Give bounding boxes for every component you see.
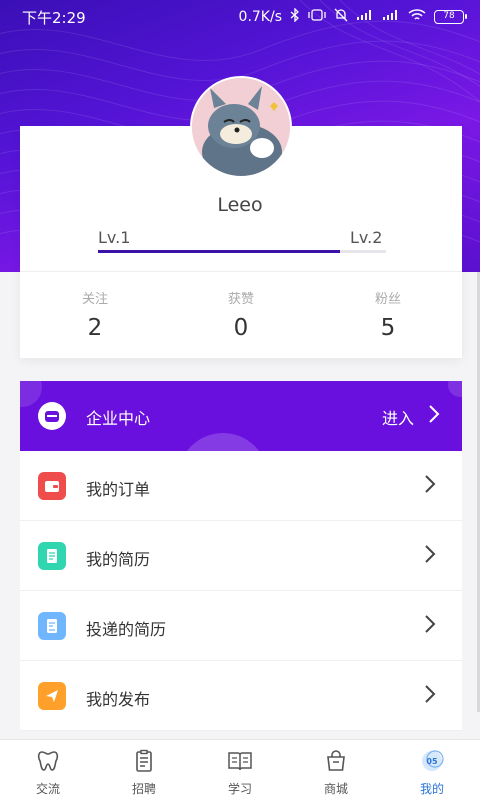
document-icon [38, 542, 66, 570]
tab-exchange[interactable]: 交流 [0, 740, 96, 800]
tab-label: 交流 [35, 782, 60, 796]
chevron-right-icon [428, 404, 440, 428]
edit-document-icon [38, 612, 66, 640]
username: Leeo [217, 194, 263, 216]
decor-circle [178, 433, 268, 451]
tab-mine[interactable]: 05 我的 [384, 740, 480, 800]
level-progress-bar [98, 250, 386, 253]
stat-label: 粉丝 [374, 292, 401, 307]
status-icons: 0.7K/s 78 [238, 7, 467, 26]
svg-text:05: 05 [426, 757, 438, 766]
level-next: Lv.2 [350, 228, 383, 247]
menu-item-my-posts[interactable]: 我的发布 [20, 661, 462, 731]
stat-value: 2 [87, 315, 103, 341]
enterprise-label: 企业中心 [86, 409, 151, 428]
divider [20, 271, 462, 272]
chevron-right-icon [424, 684, 436, 708]
tab-mall[interactable]: 商城 [288, 740, 384, 800]
net-speed: 0.7K/s [238, 9, 282, 25]
bluetooth-icon [290, 7, 300, 26]
wallet-icon [38, 472, 66, 500]
menu-label: 我的发布 [86, 690, 151, 709]
tab-study[interactable]: 学习 [192, 740, 288, 800]
chevron-right-icon [424, 474, 436, 498]
decor-circle [448, 381, 462, 397]
signal-icon-2 [382, 9, 400, 25]
stat-label: 获赞 [227, 292, 254, 307]
tooth-icon [36, 749, 60, 777]
level-progress-fill [98, 250, 340, 253]
enterprise-center-button[interactable]: 企业中心 进入 [20, 381, 462, 451]
vibrate-icon [308, 9, 326, 25]
enterprise-icon [38, 402, 66, 430]
profile-badge-icon: 05 [419, 749, 445, 777]
menu-label: 我的订单 [86, 480, 151, 499]
menu-label: 投递的简历 [86, 620, 167, 639]
menu-item-resume[interactable]: 我的简历 [20, 521, 462, 591]
stat-likes[interactable]: 获赞 0 [166, 288, 316, 341]
book-icon [227, 749, 253, 777]
chevron-right-icon [424, 614, 436, 638]
send-icon [38, 682, 66, 710]
tab-label: 我的 [419, 782, 444, 796]
tab-label: 商城 [323, 782, 348, 796]
chevron-right-icon [424, 544, 436, 568]
stat-value: 0 [233, 315, 249, 341]
tab-label: 招聘 [131, 782, 156, 796]
avatar[interactable] [190, 76, 292, 178]
level-current: Lv.1 [98, 228, 131, 247]
tab-recruit[interactable]: 招聘 [96, 740, 192, 800]
decor-circle [20, 381, 42, 407]
tab-label: 学习 [227, 782, 252, 796]
wifi-icon [408, 8, 426, 26]
enterprise-enter-label: 进入 [381, 409, 414, 428]
stat-value: 5 [380, 315, 396, 341]
bottom-tab-bar: 交流 招聘 学习 商城 05 我的 [0, 739, 480, 800]
stat-fans[interactable]: 粉丝 5 [313, 288, 463, 341]
shopping-bag-icon [324, 749, 348, 777]
status-bar: 下午2:29 0.7K/s 78 [0, 0, 480, 34]
stat-following[interactable]: 关注 2 [20, 288, 170, 341]
menu-label: 我的简历 [86, 550, 151, 569]
battery-icon: 78 [434, 10, 467, 24]
menu-item-orders[interactable]: 我的订单 [20, 451, 462, 521]
mute-bell-icon [334, 8, 348, 26]
status-time: 下午2:29 [22, 8, 86, 27]
cat-avatar-illustration [192, 78, 290, 176]
stat-label: 关注 [81, 292, 108, 307]
clipboard-icon [132, 749, 156, 777]
menu-item-submitted-resume[interactable]: 投递的简历 [20, 591, 462, 661]
menu-list: 我的订单 我的简历 投递的简历 我的发布 [20, 451, 462, 731]
signal-icon [356, 9, 374, 25]
